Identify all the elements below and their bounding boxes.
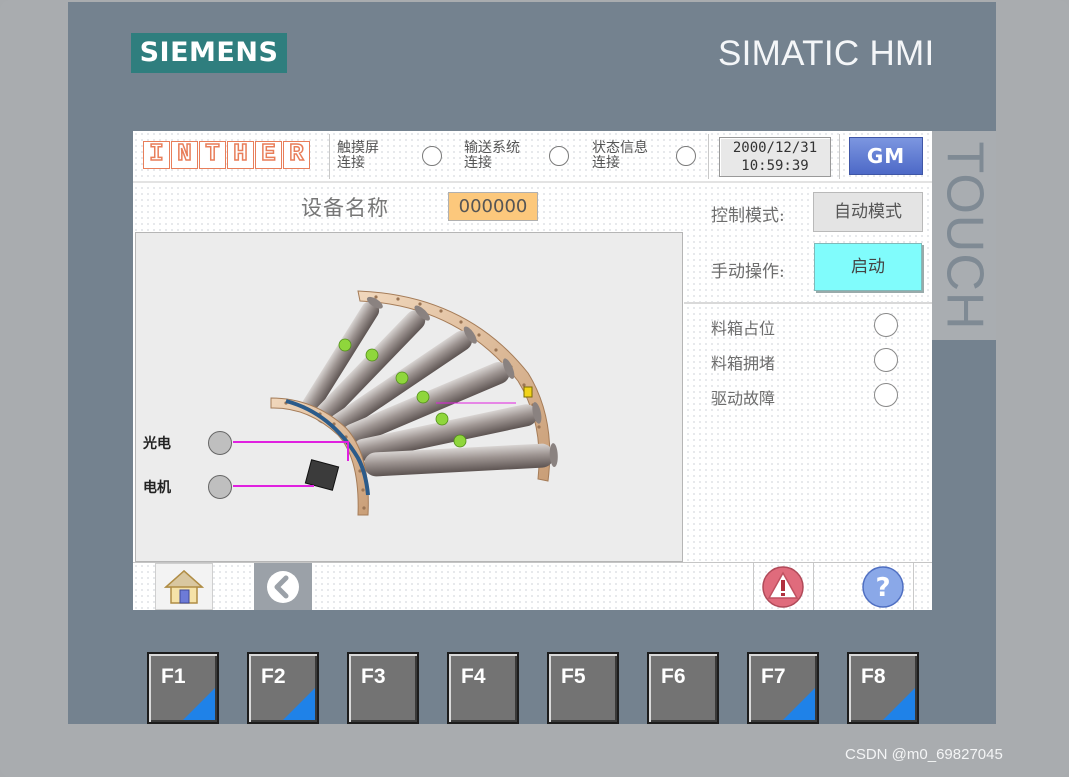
f3-key[interactable]: F3	[347, 652, 419, 724]
control-mode-button[interactable]: 自动模式	[813, 192, 923, 232]
header-divider	[708, 134, 709, 179]
control-separator	[684, 302, 932, 304]
f2-indicator	[283, 688, 315, 720]
conveyor-view: 光电 电机	[135, 232, 683, 562]
status-lamp-congested	[874, 348, 898, 372]
time-text: 10:59:39	[741, 158, 809, 174]
photo-sensor-label: 光电	[143, 436, 171, 452]
motor-label: 电机	[143, 480, 171, 496]
watermark: CSDN @m0_69827045	[845, 746, 1003, 763]
header-separator	[133, 181, 932, 183]
inther-logo: I N T H E R	[143, 141, 310, 169]
alarm-icon	[762, 565, 804, 608]
f8-key[interactable]: F8	[847, 652, 919, 724]
header-divider	[329, 134, 330, 179]
status-lamp-drive-fault	[874, 383, 898, 407]
hmi-screen: I N T H E R 触摸屏 连接 输送系统 连接 状态信息 连接 2000/…	[133, 131, 932, 610]
status-label-occupied: 料箱占位	[711, 319, 776, 338]
f4-key[interactable]: F4	[447, 652, 519, 724]
home-icon	[164, 569, 204, 604]
gm-button[interactable]: GM	[849, 137, 923, 175]
alarm-button[interactable]	[755, 563, 811, 610]
photo-sensor-lamp	[208, 431, 232, 455]
f1-key[interactable]: F1	[147, 652, 219, 724]
f8-indicator	[883, 688, 915, 720]
touch-label: TOUCH	[932, 131, 996, 340]
product-name: SIMATIC HMI	[718, 34, 935, 73]
curved-roller-conveyor-image	[233, 290, 558, 516]
status-connection-lamp	[676, 146, 696, 166]
manual-operation-label: 手动操作:	[711, 262, 785, 282]
back-icon	[267, 570, 299, 603]
f2-key[interactable]: F2	[247, 652, 319, 724]
datetime-display: 2000/12/31 10:59:39	[719, 137, 831, 177]
siemens-logo: SIEMENS	[131, 33, 287, 73]
device-name-value[interactable]: 000000	[448, 192, 538, 221]
f6-key[interactable]: F6	[647, 652, 719, 724]
date-text: 2000/12/31	[732, 140, 818, 156]
status-label-congested: 料箱拥堵	[711, 354, 776, 373]
status-lamp-occupied	[874, 313, 898, 337]
footer-divider	[753, 563, 754, 610]
f7-indicator	[783, 688, 815, 720]
svg-text:?: ?	[875, 573, 890, 603]
control-mode-label: 控制模式:	[711, 206, 785, 226]
help-icon: ?	[862, 565, 904, 608]
motor-lamp	[208, 475, 232, 499]
help-button[interactable]: ?	[855, 563, 911, 610]
rollers	[301, 296, 558, 477]
touchscreen-connection-lamp	[422, 146, 442, 166]
footer-divider	[913, 563, 914, 610]
status-connection: 状态信息 连接	[592, 140, 648, 171]
status-label-drive-fault: 驱动故障	[711, 389, 776, 408]
f5-key[interactable]: F5	[547, 652, 619, 724]
f7-key[interactable]: F7	[747, 652, 819, 724]
footer-divider	[813, 563, 814, 610]
touchscreen-connection: 触摸屏 连接	[337, 140, 379, 171]
conveyor-connection-lamp	[549, 146, 569, 166]
conveyor-connection: 输送系统 连接	[464, 140, 520, 171]
back-button[interactable]	[254, 563, 312, 610]
start-button[interactable]: 启动	[814, 243, 922, 291]
header-divider	[839, 134, 840, 179]
device-name-label: 设备名称	[301, 196, 389, 220]
home-button[interactable]	[155, 563, 213, 610]
f1-indicator	[183, 688, 215, 720]
